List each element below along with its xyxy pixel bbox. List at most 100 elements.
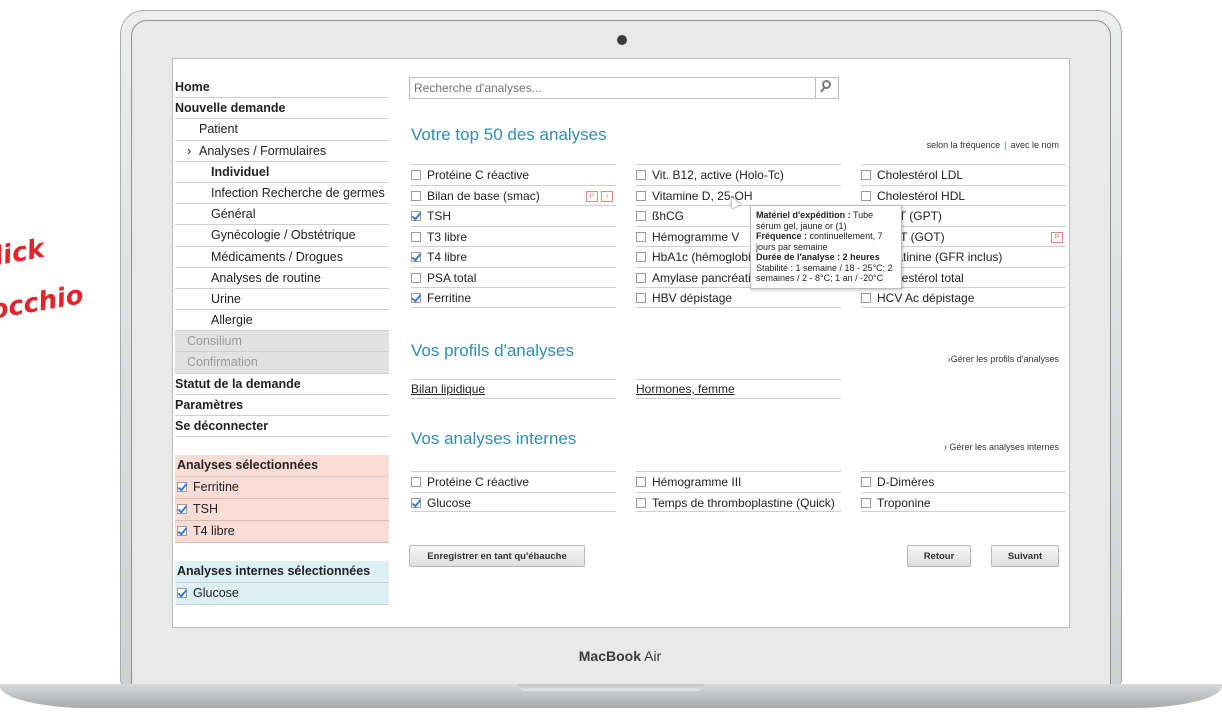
checkbox-icon[interactable]	[411, 272, 421, 283]
checkbox-checked-icon[interactable]	[411, 211, 421, 221]
sidebar-item[interactable]: › Analyses / Formulaires	[175, 141, 389, 162]
checkbox-icon[interactable]	[861, 190, 871, 201]
analysis-row[interactable]: Cholestérol HDL	[861, 184, 1066, 206]
sidebar-item[interactable]: Médicaments / Drogues	[175, 247, 389, 268]
checkbox-icon[interactable]	[861, 293, 871, 303]
search-button[interactable]	[815, 78, 838, 98]
checkbox-icon[interactable]	[636, 293, 646, 303]
internal-header: Vos analyses internes › Gérer les analys…	[411, 429, 1059, 455]
sort-name-link[interactable]: avec le nom	[1010, 140, 1059, 150]
analysis-row[interactable]: T4 libre	[411, 246, 616, 267]
analysis-label: Cholestérol LDL	[877, 168, 964, 182]
selected-item[interactable]: TSH	[175, 499, 389, 522]
sort-frequency-link[interactable]: selon la fréquence	[927, 140, 1001, 150]
pdf-icon[interactable]: P	[586, 190, 598, 202]
selected-item[interactable]: Ferritine	[175, 477, 389, 500]
analysis-label: ßhCG	[652, 209, 685, 223]
top50-header: Votre top 50 des analyses selon la fréqu…	[411, 125, 1059, 153]
analysis-row[interactable]: PSA total	[411, 266, 616, 288]
sidebar-item-label: Nouvelle demande	[175, 101, 286, 116]
checkbox-icon[interactable]	[636, 231, 646, 242]
checkbox-icon[interactable]	[636, 272, 646, 283]
sidebar-item[interactable]: Nouvelle demande	[175, 98, 389, 120]
analysis-row[interactable]: Protéine C réactive	[411, 164, 616, 185]
analysis-row[interactable]: Glucose	[411, 491, 616, 512]
analysis-column: Hémogramme III Temps de thromboplastine (…	[636, 471, 841, 512]
analysis-row[interactable]: Protéine C réactive	[411, 471, 616, 492]
analysis-row[interactable]: Troponine	[861, 491, 1066, 512]
analysis-row[interactable]: Cholestérol LDL	[861, 164, 1066, 185]
checkbox-checked-icon[interactable]	[177, 504, 187, 515]
analysis-label: HBV dépistage	[652, 291, 733, 305]
save-draft-button[interactable]: Enregistrer en tant qu'ébauche	[409, 545, 585, 567]
checkbox-icon[interactable]	[636, 252, 646, 262]
manage-internal-link[interactable]: › Gérer les analyses internes	[944, 442, 1059, 452]
checkbox-checked-icon[interactable]	[411, 293, 421, 303]
analysis-row[interactable]: Bilan de base (smac) Pi	[411, 184, 616, 206]
manage-profiles-link[interactable]: ›Gérer les profils d'analyses	[948, 354, 1059, 364]
analysis-row[interactable]: Temps de thromboplastine (Quick)	[636, 491, 841, 512]
checkbox-icon[interactable]	[861, 477, 871, 487]
analysis-row[interactable]: T3 libre	[411, 225, 616, 247]
checkbox-icon[interactable]	[636, 190, 646, 201]
analysis-label: Troponine	[877, 495, 931, 510]
checkbox-icon[interactable]	[636, 497, 646, 508]
analysis-label: Glucose	[427, 495, 472, 510]
sidebar-item-label: Infection Recherche de germes	[211, 185, 385, 200]
sidebar-item-label: Statut de la demande	[175, 376, 301, 391]
sidebar-item[interactable]: Gynécologie / Obstétrique	[175, 225, 389, 247]
sidebar-nav: Home Nouvelle demande Patient › Analyses / F…	[175, 77, 389, 438]
pdf-icon[interactable]: P	[1051, 231, 1063, 243]
sidebar-item[interactable]: Infection Recherche de germes	[175, 183, 389, 205]
sidebar-item[interactable]: Analyses de routine	[175, 268, 389, 289]
sidebar-item[interactable]: Urine	[175, 289, 389, 311]
checkbox-icon[interactable]	[411, 170, 421, 180]
sidebar-item[interactable]: Patient	[175, 119, 389, 141]
analysis-row[interactable]: TSH	[411, 205, 616, 226]
checkbox-checked-icon[interactable]	[177, 588, 187, 599]
sidebar-item-label: Général	[211, 207, 256, 222]
analysis-row[interactable]: HBV dépistage	[636, 287, 841, 308]
selected-item[interactable]: T4 libre	[175, 521, 389, 544]
sidebar-item-label: Home	[175, 80, 210, 94]
checkbox-icon[interactable]	[411, 231, 421, 242]
sidebar-item[interactable]: Paramètres	[175, 395, 389, 416]
sidebar-item-label: Patient	[199, 122, 238, 137]
sidebar-item-label: Médicaments / Drogues	[211, 249, 344, 264]
profile-link[interactable]: Bilan lipidique	[411, 379, 616, 399]
sidebar-item[interactable]: Home	[175, 77, 389, 99]
selected-item[interactable]: Glucose	[175, 583, 389, 606]
analysis-row[interactable]: Vit. B12, active (Holo-Tc)	[636, 164, 841, 185]
sidebar-item[interactable]: Statut de la demande	[175, 374, 389, 395]
analysis-row[interactable]: Ferritine	[411, 287, 616, 308]
checkbox-icon[interactable]	[861, 170, 871, 180]
profiles-header: Vos profils d'analyses ›Gérer les profil…	[411, 341, 1059, 367]
checkbox-icon[interactable]	[411, 477, 421, 487]
checkbox-checked-icon[interactable]	[177, 482, 187, 493]
analysis-label: Hémogramme III	[652, 475, 742, 489]
checkbox-checked-icon[interactable]	[411, 497, 421, 508]
checkbox-icon[interactable]	[636, 170, 646, 180]
sidebar-item[interactable]: Consilium	[175, 331, 389, 353]
checkbox-checked-icon[interactable]	[411, 252, 421, 262]
info-icon[interactable]: i	[601, 190, 613, 202]
sidebar-item[interactable]: Se déconnecter	[175, 416, 389, 438]
sidebar-item-label: Analyses / Formulaires	[199, 143, 327, 158]
checkbox-icon[interactable]	[411, 190, 421, 201]
checkbox-icon[interactable]	[636, 211, 646, 221]
analysis-row[interactable]: HCV Ac dépistage	[861, 287, 1066, 308]
checkbox-checked-icon[interactable]	[177, 526, 187, 537]
sidebar-item[interactable]: Confirmation	[175, 352, 389, 374]
checkbox-icon[interactable]	[636, 477, 646, 487]
checkbox-icon[interactable]	[861, 497, 871, 508]
analysis-row[interactable]: Hémogramme III	[636, 471, 841, 492]
profile-link[interactable]: Hormones, femme	[636, 379, 841, 399]
next-button[interactable]: Suivant	[991, 545, 1059, 567]
sidebar-item[interactable]: Individuel	[175, 162, 389, 183]
analysis-row[interactable]: D-Dimères	[861, 471, 1066, 492]
sidebar-item[interactable]: Général	[175, 204, 389, 226]
sidebar-item[interactable]: Allergie	[175, 310, 389, 332]
search-box	[409, 77, 839, 99]
search-input[interactable]	[410, 78, 818, 98]
back-button[interactable]: Retour	[907, 545, 971, 567]
